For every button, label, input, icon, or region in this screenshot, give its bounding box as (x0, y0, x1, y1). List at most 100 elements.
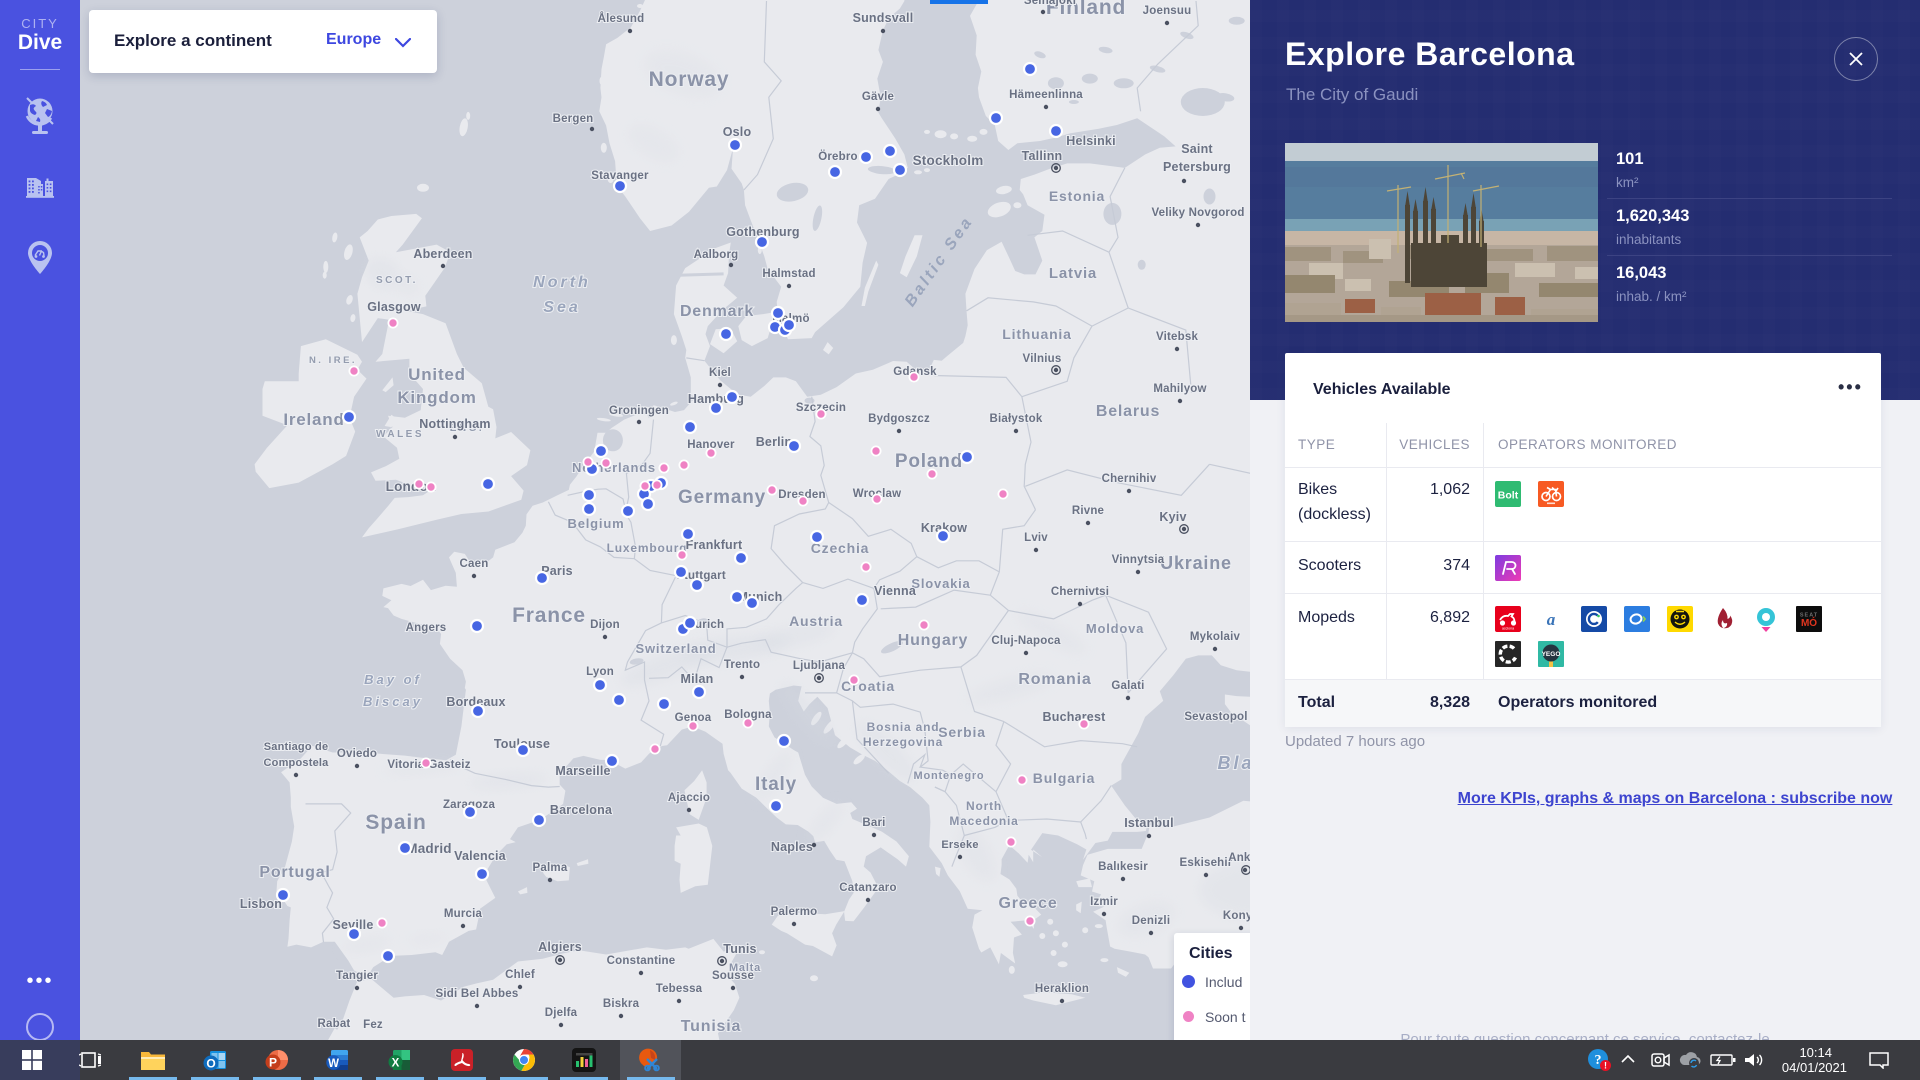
svg-text:Hämeenlinna: Hämeenlinna (1009, 89, 1083, 101)
svg-text:Romania: Romania (1018, 671, 1091, 688)
svg-text:Sevastopol: Sevastopol (1184, 711, 1247, 723)
svg-text:Bari: Bari (862, 817, 885, 829)
svg-text:Mykolaiv: Mykolaiv (1190, 631, 1241, 643)
svg-text:Germany: Germany (678, 487, 766, 508)
svg-text:W: W (328, 1058, 339, 1070)
svg-text:Lyon: Lyon (586, 666, 614, 678)
svg-text:Barcelona: Barcelona (550, 803, 613, 817)
svg-text:MÓ: MÓ (1801, 616, 1817, 629)
svg-text:Ljubljana: Ljubljana (793, 660, 846, 672)
svg-text:Heraklion: Heraklion (1035, 983, 1089, 995)
svg-text:Santiago de: Santiago de (264, 741, 329, 753)
svg-text:Gävle: Gävle (862, 91, 894, 103)
svg-text:Ajaccio: Ajaccio (668, 792, 710, 804)
svg-text:Bla: Bla (1217, 753, 1250, 773)
svg-text:Chernihiv: Chernihiv (1102, 473, 1157, 485)
svg-text:Compostela: Compostela (264, 757, 330, 769)
svg-text:Nottingham: Nottingham (419, 417, 490, 431)
svg-text:Sundsvall: Sundsvall (853, 11, 914, 25)
svg-text:Hungary: Hungary (898, 632, 969, 649)
svg-text:Denizli: Denizli (1132, 915, 1170, 927)
svg-text:Ålesund: Ålesund (598, 12, 645, 25)
svg-text:Constantine: Constantine (607, 955, 676, 967)
svg-text:Balıkesir: Balıkesir (1098, 861, 1148, 873)
svg-text:Naples: Naples (771, 840, 813, 854)
svg-text:Biskra: Biskra (603, 998, 640, 1010)
svg-text:United: United (408, 365, 466, 384)
svg-text:Milan: Milan (681, 672, 714, 686)
svg-text:a: a (1547, 610, 1556, 629)
svg-text:Bay of: Bay of (364, 672, 422, 687)
svg-text:Austria: Austria (789, 613, 843, 629)
svg-text:Caen: Caen (460, 558, 489, 570)
svg-text:Aalborg: Aalborg (694, 249, 739, 261)
svg-text:Fez: Fez (363, 1019, 383, 1031)
svg-text:Eskisehir: Eskisehir (1180, 857, 1233, 869)
svg-text:Vilnius: Vilnius (1023, 353, 1062, 365)
svg-text:Tebessa: Tebessa (656, 983, 703, 995)
svg-text:X: X (392, 1058, 400, 1070)
svg-text:Stockholm: Stockholm (913, 153, 984, 168)
svg-text:Serbia: Serbia (938, 724, 986, 740)
svg-text:Herzegovina: Herzegovina (863, 735, 943, 749)
svg-text:Istanbul: Istanbul (1124, 816, 1174, 830)
svg-text:Catanzaro: Catanzaro (839, 882, 896, 894)
svg-text:Montenegro: Montenegro (914, 770, 985, 782)
svg-text:Macedonia: Macedonia (949, 814, 1018, 828)
svg-text:Angers: Angers (406, 622, 447, 634)
svg-text:Switzerland: Switzerland (635, 641, 716, 656)
svg-text:Tunis: Tunis (723, 942, 756, 956)
svg-text:Kyiv: Kyiv (1159, 510, 1186, 524)
svg-text:North: North (533, 274, 591, 291)
svg-text:YEGO: YEGO (1542, 651, 1561, 658)
svg-text:Ankar: Ankar (1228, 852, 1250, 864)
svg-text:Izmir: Izmir (1090, 896, 1118, 908)
svg-text:Valencia: Valencia (454, 849, 506, 863)
svg-text:Kiel: Kiel (709, 367, 731, 379)
svg-text:Glasgow: Glasgow (367, 300, 421, 314)
svg-text:Erseke: Erseke (941, 839, 978, 851)
svg-text:Ukraine: Ukraine (1160, 553, 1232, 573)
svg-text:Trento: Trento (724, 659, 760, 671)
svg-text:Italy: Italy (755, 774, 797, 795)
svg-text:Lisbon: Lisbon (240, 897, 282, 911)
svg-text:Konya: Konya (1223, 910, 1250, 922)
svg-text:Bulgaria: Bulgaria (1033, 770, 1095, 786)
svg-text:SCOT.: SCOT. (376, 275, 418, 286)
svg-text:Norway: Norway (649, 68, 730, 91)
svg-text:Bolt: Bolt (1498, 490, 1519, 502)
svg-text:Slovakia: Slovakia (911, 576, 970, 591)
svg-text:Vinnytsia: Vinnytsia (1112, 554, 1165, 566)
svg-text:Frankfurt: Frankfurt (686, 538, 743, 552)
svg-text:Dijon: Dijon (590, 619, 620, 631)
svg-text:Helsinki: Helsinki (1066, 134, 1116, 148)
svg-text:Belarus: Belarus (1096, 403, 1160, 420)
svg-text:Seinäjoki: Seinäjoki (1024, 0, 1076, 7)
svg-text:acciona: acciona (1502, 627, 1514, 631)
svg-text:Oslo: Oslo (723, 125, 752, 139)
svg-text:Oviedo: Oviedo (337, 748, 377, 760)
svg-text:Petersburg: Petersburg (1163, 160, 1231, 174)
svg-text:Lithuania: Lithuania (1002, 326, 1071, 342)
svg-text:Spain: Spain (365, 811, 426, 834)
svg-text:Kingdom: Kingdom (397, 388, 476, 407)
svg-text:Cluj-Napoca: Cluj-Napoca (991, 635, 1061, 647)
svg-text:France: France (512, 604, 586, 627)
svg-text:Mahilyow: Mahilyow (1153, 383, 1206, 395)
svg-text:Sousse: Sousse (712, 970, 754, 982)
svg-text:Moldova: Moldova (1086, 621, 1144, 636)
svg-text:Tallinn: Tallinn (1022, 149, 1063, 163)
svg-text:WALES: WALES (376, 429, 424, 440)
svg-text:Galati: Galati (1111, 680, 1144, 692)
svg-text:Veliky Novgorod: Veliky Novgorod (1151, 207, 1244, 219)
svg-text:Bucharest: Bucharest (1043, 710, 1107, 724)
svg-text:Aberdeen: Aberdeen (413, 247, 472, 261)
svg-text:Berlin: Berlin (756, 435, 793, 449)
svg-text:Murcia: Murcia (444, 908, 483, 920)
svg-text:Groningen: Groningen (609, 405, 669, 417)
svg-text:Rivne: Rivne (1072, 505, 1104, 517)
svg-text:Marseille: Marseille (555, 764, 610, 778)
svg-text:Belgium: Belgium (568, 516, 625, 531)
svg-text:Rabat: Rabat (318, 1018, 351, 1030)
svg-text:Djelfa: Djelfa (545, 1007, 578, 1019)
